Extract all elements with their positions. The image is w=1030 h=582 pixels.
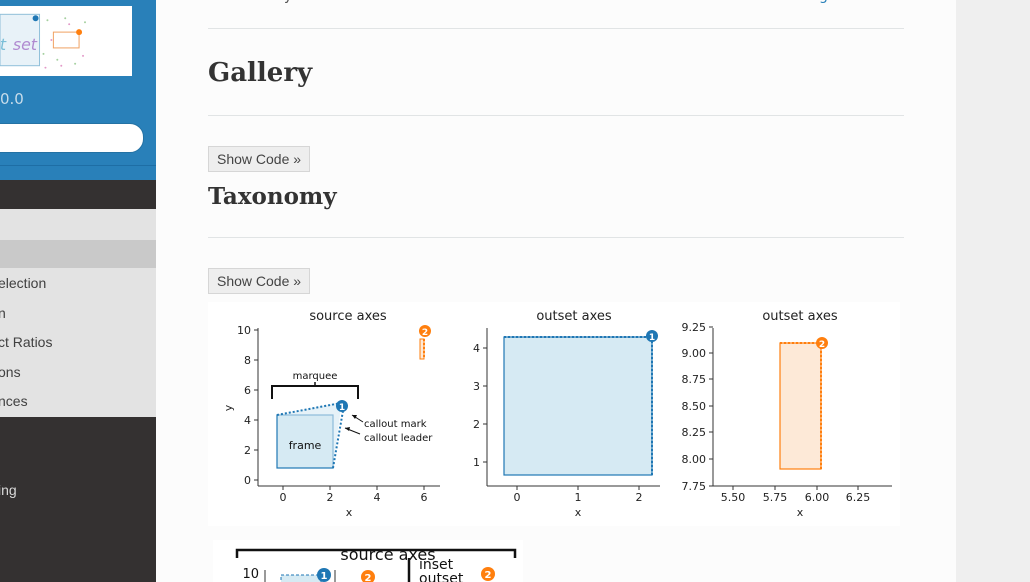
x-tick-label: 5.75 bbox=[763, 491, 788, 504]
sidebar-item-n[interactable]: n bbox=[0, 305, 6, 321]
y-axis-label: y bbox=[222, 404, 235, 411]
y-tick-label: 2 bbox=[473, 418, 480, 431]
panel-title: source axes bbox=[309, 309, 387, 324]
second-figure: source axes 10 1 2 inset outset 2 bbox=[213, 540, 523, 582]
y-tick-label: 4 bbox=[473, 342, 480, 355]
sidebar-divider bbox=[0, 165, 156, 180]
x-tick-label: 1 bbox=[575, 491, 582, 504]
x-tick-label: 6.25 bbox=[846, 491, 871, 504]
x-tick-label: 6.00 bbox=[805, 491, 830, 504]
callout-mark-label: callout mark bbox=[364, 419, 427, 430]
x-tick-label: 0 bbox=[280, 491, 287, 504]
sidebar-menu: election n ct Ratios ons nces bbox=[0, 209, 156, 417]
callout-leader-label: callout leader bbox=[364, 433, 433, 444]
x-axis-label: x bbox=[797, 506, 804, 519]
sidebar-item-ons[interactable]: ons bbox=[0, 364, 21, 380]
badge-number: 1 bbox=[321, 571, 328, 582]
show-code-button-taxonomy[interactable]: Show Code » bbox=[208, 268, 311, 294]
y-tick-label: 9.25 bbox=[682, 321, 707, 334]
y-tick-label: 10 bbox=[242, 567, 259, 582]
x-tick-label: 2 bbox=[636, 491, 643, 504]
project-logo[interactable]: out set bbox=[0, 6, 132, 76]
sidebar-header: out set 0.0 bbox=[0, 0, 156, 165]
search-input[interactable] bbox=[0, 123, 144, 153]
marquee-bracket bbox=[271, 385, 359, 399]
panel-title: outset axes bbox=[536, 309, 612, 324]
x-tick-label: 4 bbox=[374, 491, 381, 504]
y-tick-label: 8.50 bbox=[682, 400, 707, 413]
y-tick-label: 1 bbox=[473, 456, 480, 469]
badge-number: 1 bbox=[649, 333, 655, 343]
page-scrollbar[interactable] bbox=[956, 0, 1030, 582]
sidebar: out set 0.0 election n ct Ratios ons nce… bbox=[0, 0, 156, 582]
outset-label: outset bbox=[419, 571, 464, 582]
panel-outset-axes-2: outset axes 7.75 8.00 8.25 8.50 8.75 9.0… bbox=[682, 309, 892, 519]
panel-source-axes: source axes 0 2 4 6 8 10 0 2 4 6 x y mar… bbox=[222, 309, 440, 519]
y-tick-label: 10 bbox=[237, 324, 251, 337]
divider bbox=[208, 237, 904, 238]
badge-number: 2 bbox=[422, 328, 428, 338]
logo-set-text: set bbox=[13, 35, 38, 54]
show-code-button[interactable]: Show Code » bbox=[208, 146, 311, 172]
y-tick-label: 7.75 bbox=[682, 480, 707, 493]
y-tick-label: 8.75 bbox=[682, 373, 707, 386]
badge-number: 1 bbox=[339, 403, 345, 413]
sidebar-item-aspect-ratios[interactable]: ct Ratios bbox=[0, 334, 52, 350]
sidebar-current-section[interactable] bbox=[0, 240, 156, 268]
version-label: 0.0 bbox=[0, 90, 24, 108]
divider bbox=[208, 115, 904, 116]
logo-graphic: out set bbox=[0, 13, 86, 69]
sidebar-item-selection[interactable]: election bbox=[0, 275, 46, 291]
gallery-heading: Gallery bbox=[208, 58, 313, 88]
outset-frame-blue bbox=[503, 336, 653, 476]
y-tick-label: 8.00 bbox=[682, 453, 707, 466]
y-tick-label: 0 bbox=[244, 474, 251, 487]
taxonomy-heading: Taxonomy bbox=[208, 183, 337, 210]
figure-svg: source axes 0 2 4 6 8 10 0 2 4 6 x y mar… bbox=[222, 309, 892, 519]
badge-number: 2 bbox=[819, 340, 825, 350]
main-content: y g Gallery Show Code » Taxonomy Show Co… bbox=[156, 0, 956, 582]
frame-label: frame bbox=[289, 439, 322, 452]
second-figure-svg: source axes 10 1 2 inset outset 2 bbox=[235, 545, 517, 582]
panel-outset-axes-1: outset axes 1 2 3 4 0 1 2 x 1 bbox=[473, 309, 660, 519]
x-tick-label: 2 bbox=[327, 491, 334, 504]
x-axis-label: x bbox=[346, 506, 353, 519]
logo-out-text: out bbox=[0, 35, 7, 54]
marquee-label: marquee bbox=[293, 371, 338, 382]
y-tick-label: 4 bbox=[244, 414, 251, 427]
y-tick-label: 8 bbox=[244, 354, 251, 367]
badge-number: 2 bbox=[485, 570, 492, 581]
next-page-link[interactable]: g bbox=[819, 0, 828, 4]
y-tick-label: 6 bbox=[244, 384, 251, 397]
y-tick-label: 8.25 bbox=[682, 426, 707, 439]
sidebar-item-nces[interactable]: nces bbox=[0, 393, 28, 409]
x-tick-label: 0 bbox=[514, 491, 521, 504]
badge-number: 2 bbox=[365, 573, 372, 582]
outset-frame-orange bbox=[779, 342, 822, 470]
taxonomy-figure: source axes 0 2 4 6 8 10 0 2 4 6 x y mar… bbox=[208, 302, 900, 526]
x-tick-label: 6 bbox=[421, 491, 428, 504]
y-tick-label: 2 bbox=[244, 444, 251, 457]
sidebar-item-ing[interactable]: ing bbox=[0, 482, 17, 498]
breadcrumb-fragment: y bbox=[284, 0, 292, 4]
panel-title: outset axes bbox=[762, 309, 838, 324]
y-tick-label: 3 bbox=[473, 380, 480, 393]
x-axis-label: x bbox=[575, 506, 582, 519]
y-tick-label: 9.00 bbox=[682, 347, 707, 360]
divider bbox=[208, 28, 904, 29]
x-tick-label: 5.50 bbox=[721, 491, 746, 504]
